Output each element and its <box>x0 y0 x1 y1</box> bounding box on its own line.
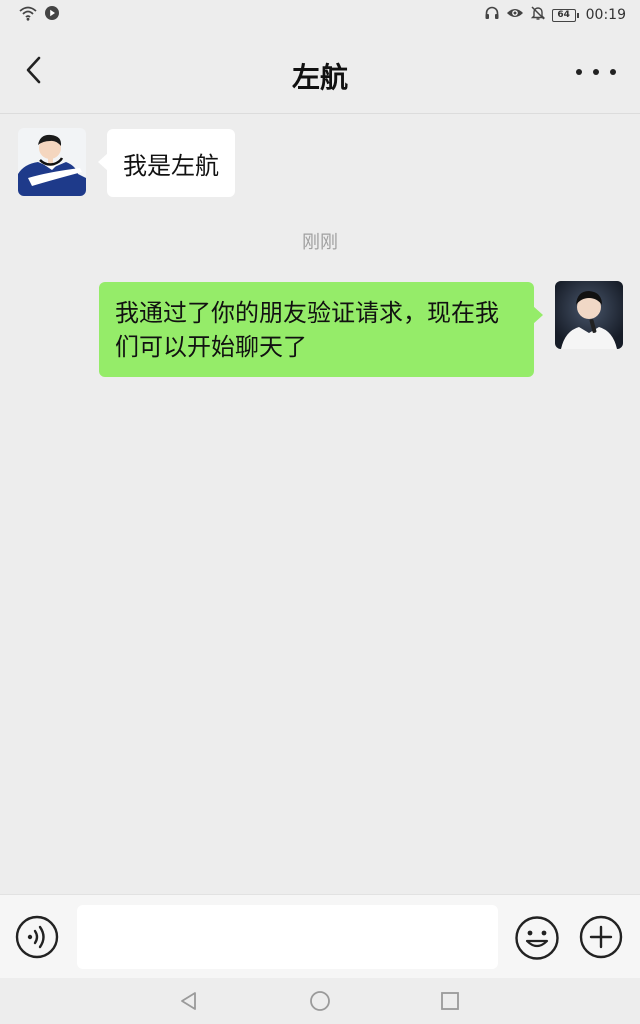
status-left <box>18 5 60 25</box>
chat-header: 左航 <box>0 30 640 114</box>
contact-avatar[interactable] <box>18 128 86 196</box>
headset-icon <box>484 5 500 25</box>
play-icon <box>44 5 60 25</box>
message-input-bar <box>0 894 640 978</box>
nav-home-icon <box>308 991 332 1017</box>
status-right: 64 00:19 <box>484 5 626 25</box>
nav-home-button[interactable] <box>308 989 332 1013</box>
message-timestamp: 刚刚 <box>302 232 338 253</box>
more-dot <box>576 69 582 75</box>
nav-recent-button[interactable] <box>440 991 460 1011</box>
bell-muted-icon <box>530 5 546 25</box>
battery-level: 64 <box>557 9 570 20</box>
eye-icon <box>506 6 524 24</box>
system-navigation-bar <box>0 978 640 1024</box>
emoji-button[interactable] <box>514 915 560 961</box>
wifi-icon <box>18 5 38 25</box>
plus-icon <box>579 915 623 963</box>
chat-title: 左航 <box>291 61 348 94</box>
incoming-message-bubble[interactable]: 我是左航 <box>98 129 235 197</box>
nav-back-icon <box>178 992 200 1016</box>
voice-icon <box>15 915 59 963</box>
voice-button[interactable] <box>15 915 59 959</box>
outgoing-message-bubble[interactable]: 我通过了你的朋友验证请求，现在我们可以开始聊天了 <box>99 282 543 377</box>
message-input[interactable] <box>77 905 498 969</box>
battery-icon: 64 <box>551 8 579 22</box>
self-avatar[interactable] <box>555 281 623 349</box>
message-text: 我通过了你的朋友验证请求，现在我们可以开始聊天了 <box>115 299 499 361</box>
more-dot <box>610 69 616 75</box>
status-time: 00:19 <box>585 7 626 23</box>
more-options-button[interactable] <box>576 62 616 82</box>
status-bar: 64 00:19 <box>0 0 640 30</box>
message-text: 我是左航 <box>123 151 219 180</box>
nav-back-button[interactable] <box>178 990 200 1012</box>
more-functions-button[interactable] <box>579 915 623 959</box>
emoji-icon <box>514 916 560 965</box>
more-dot <box>593 69 599 75</box>
nav-recent-icon <box>440 992 460 1015</box>
